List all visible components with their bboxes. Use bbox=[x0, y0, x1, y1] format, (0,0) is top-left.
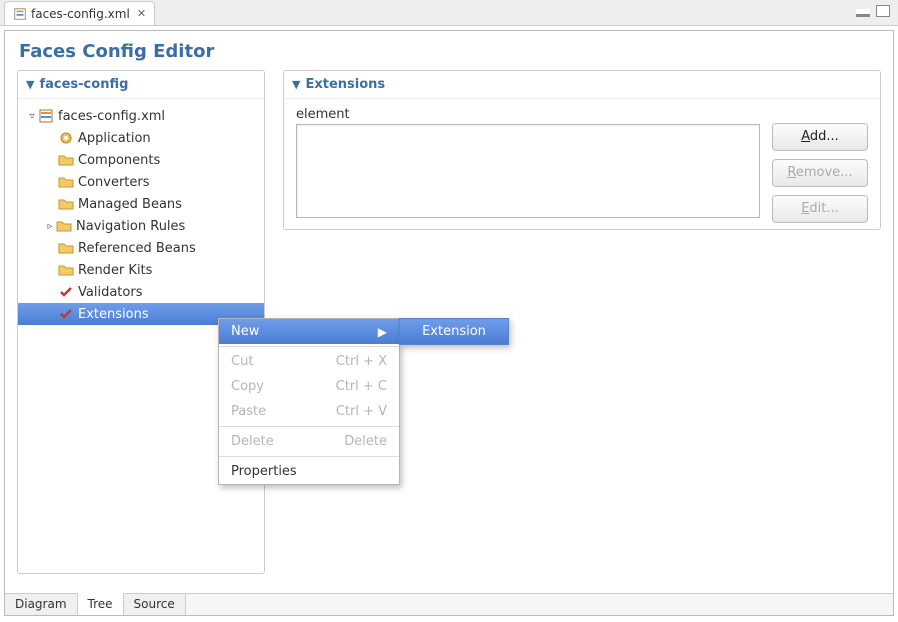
ctx-copy[interactable]: Copy Ctrl + C bbox=[219, 374, 399, 399]
minimize-icon[interactable] bbox=[856, 9, 870, 17]
tree-item-label: Render Kits bbox=[78, 263, 152, 278]
folder-icon bbox=[58, 240, 74, 256]
remove-button[interactable]: Remove... bbox=[772, 159, 868, 187]
caret-open-icon: ▿ bbox=[26, 111, 38, 122]
editor-title: Faces Config Editor bbox=[5, 31, 893, 70]
folder-icon bbox=[58, 152, 74, 168]
ctx-delete[interactable]: Delete Delete bbox=[219, 429, 399, 454]
tree-item-application[interactable]: Application bbox=[18, 127, 264, 149]
tree-item-label: Application bbox=[78, 131, 151, 146]
ctx-paste[interactable]: Paste Ctrl + V bbox=[219, 399, 399, 424]
tree-item-label: Converters bbox=[78, 175, 150, 190]
tree-item-validators[interactable]: Validators bbox=[18, 281, 264, 303]
ctx-new-label: New bbox=[231, 324, 259, 339]
close-icon[interactable]: ✕ bbox=[137, 7, 146, 20]
file-tab[interactable]: faces-config.xml ✕ bbox=[4, 1, 155, 25]
tree-item-label: Managed Beans bbox=[78, 197, 182, 212]
tree-item-label: Extensions bbox=[78, 307, 149, 322]
maximize-icon[interactable] bbox=[876, 5, 890, 17]
submenu-arrow-icon: ▶ bbox=[378, 325, 387, 339]
ctx-properties[interactable]: Properties bbox=[219, 459, 399, 484]
ctx-cut[interactable]: Cut Ctrl + X bbox=[219, 349, 399, 374]
window-controls bbox=[856, 5, 890, 17]
tree-item-label: Referenced Beans bbox=[78, 241, 196, 256]
tree-item-managed-beans[interactable]: Managed Beans bbox=[18, 193, 264, 215]
tree-item-navigation-rules[interactable]: ▹ Navigation Rules bbox=[18, 215, 264, 237]
folder-icon bbox=[58, 262, 74, 278]
tree-panel-title: faces-config bbox=[39, 77, 128, 92]
tab-tree[interactable]: Tree bbox=[78, 593, 124, 615]
extensions-panel-header[interactable]: ▼ Extensions bbox=[284, 71, 880, 99]
check-icon bbox=[58, 306, 74, 322]
gear-icon bbox=[58, 130, 74, 146]
folder-icon bbox=[58, 174, 74, 190]
check-icon bbox=[58, 284, 74, 300]
submenu-extension[interactable]: Extension bbox=[400, 319, 508, 344]
tree-root[interactable]: ▿ faces-config.xml bbox=[18, 105, 264, 127]
extensions-panel-title: Extensions bbox=[305, 77, 385, 92]
tree-root-label: faces-config.xml bbox=[58, 109, 165, 124]
tree-item-render-kits[interactable]: Render Kits bbox=[18, 259, 264, 281]
element-listbox[interactable] bbox=[296, 124, 760, 218]
tree-item-label: Navigation Rules bbox=[76, 219, 185, 234]
caret-closed-icon: ▹ bbox=[44, 221, 56, 232]
tree-item-components[interactable]: Components bbox=[18, 149, 264, 171]
twisty-down-icon: ▼ bbox=[26, 78, 34, 91]
file-icon bbox=[13, 7, 27, 21]
element-label: element bbox=[296, 107, 760, 122]
ctx-separator bbox=[219, 456, 399, 457]
ctx-separator bbox=[219, 346, 399, 347]
tree: ▿ faces-config.xml Application Component… bbox=[18, 99, 264, 331]
extensions-body: element Add... Remove... Edit... bbox=[284, 99, 880, 235]
submenu-new: Extension bbox=[399, 318, 509, 345]
tree-item-referenced-beans[interactable]: Referenced Beans bbox=[18, 237, 264, 259]
tab-diagram[interactable]: Diagram bbox=[5, 594, 78, 615]
extensions-panel: ▼ Extensions element Add... Remove... Ed… bbox=[283, 70, 881, 230]
add-button[interactable]: Add... bbox=[772, 123, 868, 151]
ctx-separator bbox=[219, 426, 399, 427]
tree-item-label: Components bbox=[78, 153, 160, 168]
edit-button[interactable]: Edit... bbox=[772, 195, 868, 223]
folder-icon bbox=[58, 196, 74, 212]
tab-source[interactable]: Source bbox=[124, 594, 186, 615]
ctx-new[interactable]: New ▶ bbox=[219, 319, 399, 344]
editor-tabs: Diagram Tree Source bbox=[5, 593, 893, 615]
context-menu: New ▶ Cut Ctrl + X Copy Ctrl + C Paste C… bbox=[218, 318, 400, 485]
twisty-down-icon: ▼ bbox=[292, 78, 300, 91]
file-tab-label: faces-config.xml bbox=[31, 7, 130, 21]
tree-panel-header[interactable]: ▼ faces-config bbox=[18, 71, 264, 99]
folder-icon bbox=[56, 218, 72, 234]
xml-file-icon bbox=[38, 108, 54, 124]
tab-bar: faces-config.xml ✕ bbox=[0, 0, 898, 26]
tree-item-converters[interactable]: Converters bbox=[18, 171, 264, 193]
tree-item-label: Validators bbox=[78, 285, 142, 300]
